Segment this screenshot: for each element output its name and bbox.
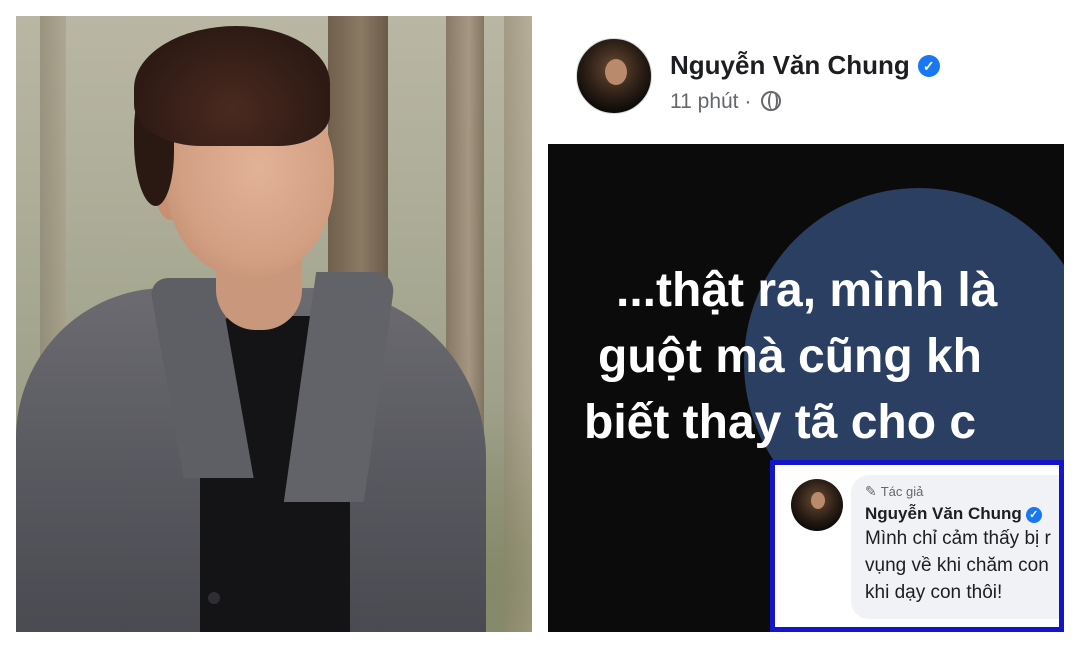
- facebook-post: Nguyễn Văn Chung ✓ 11 phút · ...thật ra, …: [548, 16, 1064, 632]
- portrait-photo: [16, 16, 532, 632]
- post-author-name[interactable]: Nguyễn Văn Chung: [670, 50, 910, 80]
- comment-author-line: Nguyễn Văn Chung ✓: [865, 504, 1059, 524]
- meta-separator: ·: [744, 90, 752, 113]
- comment-avatar[interactable]: [791, 479, 843, 531]
- post-time[interactable]: 11 phút: [670, 90, 739, 113]
- comment-text-line: vụng về khi chăm con: [865, 555, 1049, 576]
- globe-icon: [761, 91, 782, 111]
- post-image[interactable]: ...thật ra, mình là guột mà cũng kh biết…: [548, 144, 1064, 632]
- author-badge: ✎ Tác giả: [865, 483, 1059, 500]
- jacket-button: [208, 592, 220, 604]
- quote-line: biết thay tã cho c: [584, 396, 977, 449]
- highlighted-comment: ✎ Tác giả Nguyễn Văn Chung ✓ Mình chỉ cảm …: [770, 460, 1064, 632]
- comment-author-name[interactable]: Nguyễn Văn Chung: [865, 504, 1022, 523]
- post-meta: 11 phút ·: [670, 90, 782, 114]
- author-avatar[interactable]: [576, 38, 652, 114]
- comment-text-line: Mình chỉ cảm thấy bị r: [865, 528, 1051, 549]
- pencil-icon: ✎: [865, 483, 877, 499]
- hair: [134, 26, 330, 146]
- post-author-line: Nguyễn Văn Chung ✓: [670, 50, 940, 81]
- author-badge-label: Tác giả: [880, 484, 924, 499]
- comment-bubble: ✎ Tác giả Nguyễn Văn Chung ✓ Mình chỉ cảm …: [851, 475, 1059, 619]
- quote-line: ...thật ra, mình là: [616, 264, 998, 317]
- image-quote-text: ...thật ra, mình là guột mà cũng kh biết…: [584, 258, 997, 456]
- quote-line: guột mà cũng kh: [598, 330, 982, 383]
- verified-badge-icon: ✓: [1025, 507, 1042, 523]
- comment-text-line: khi dạy con thôi!: [865, 582, 1003, 603]
- verified-badge-icon: ✓: [917, 55, 940, 77]
